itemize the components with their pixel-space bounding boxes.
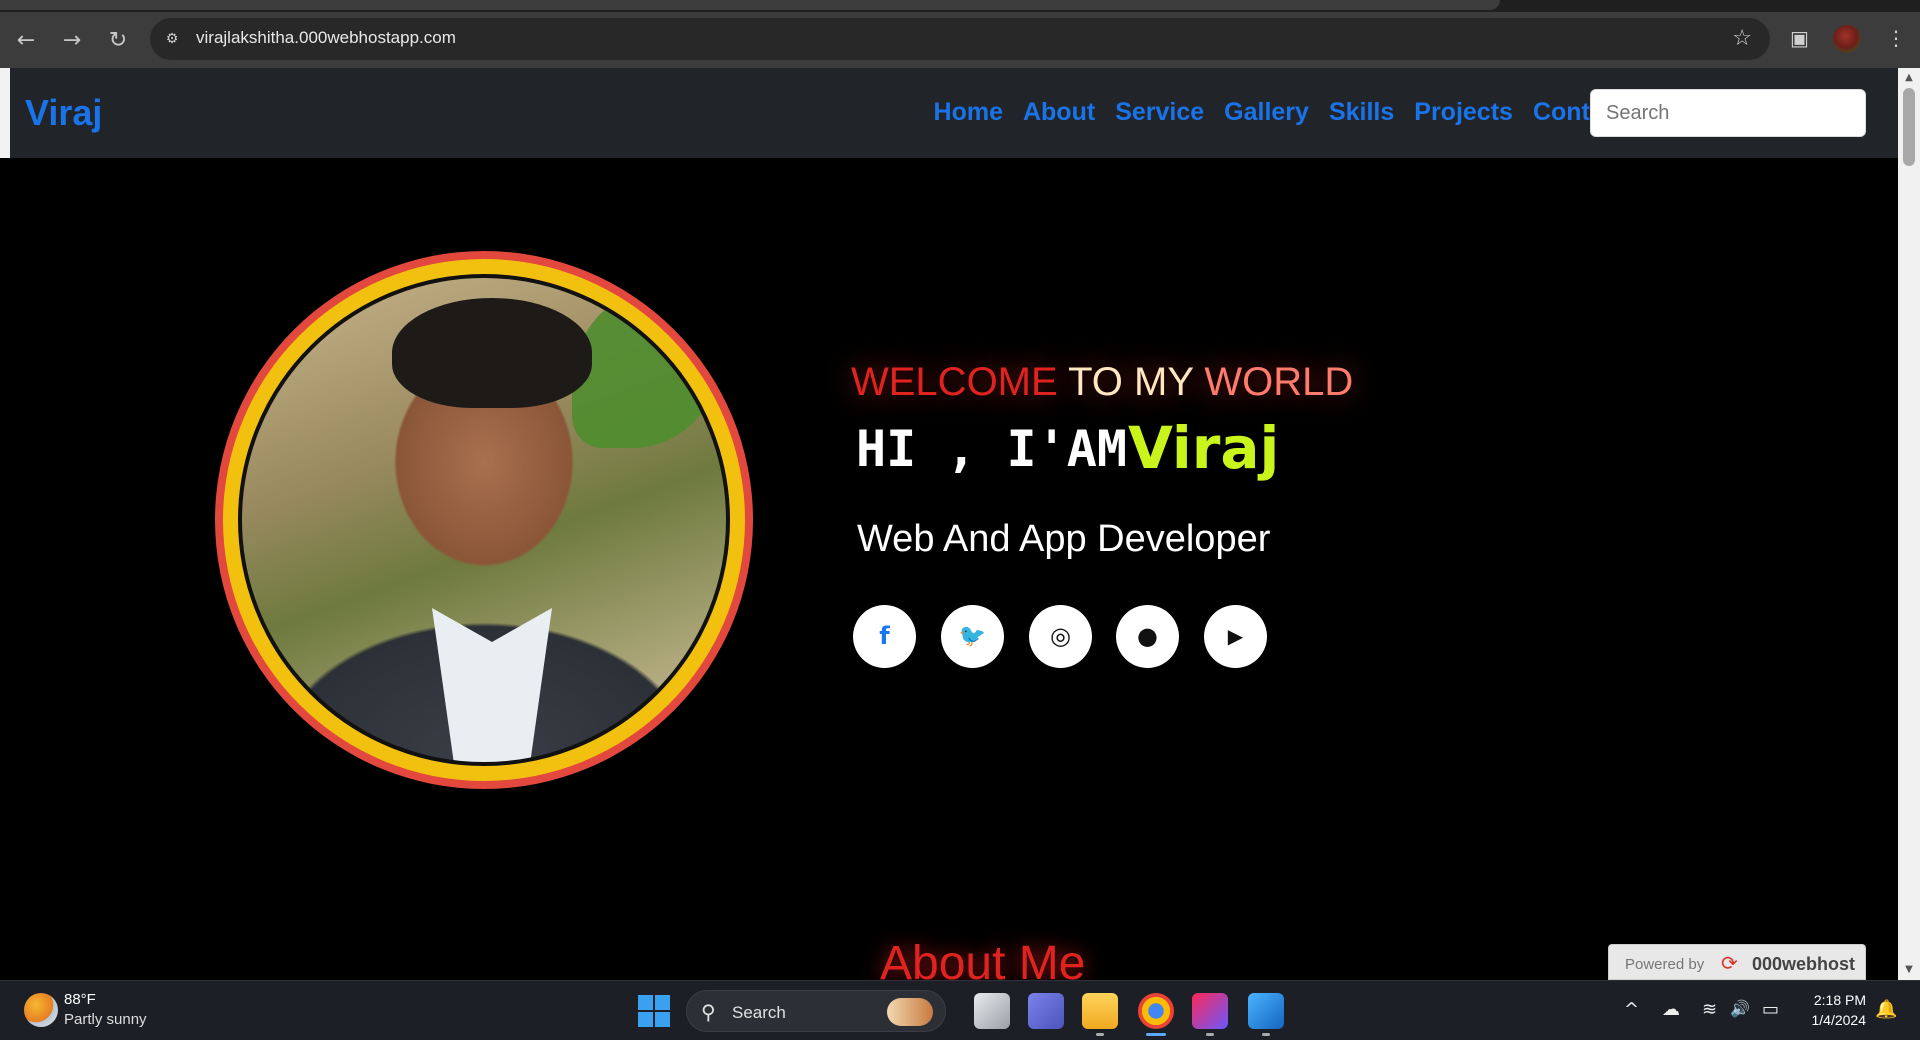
scroll-thumb[interactable] — [1903, 88, 1915, 166]
photos-icon[interactable] — [1248, 993, 1284, 1029]
bookmark-star-icon[interactable]: ☆ — [1732, 26, 1752, 51]
welcome-heading: WELCOME TO MY WORLD — [851, 360, 1353, 405]
taskbar-search[interactable]: ⚲ Search — [686, 990, 946, 1032]
forward-icon[interactable]: → — [56, 26, 88, 56]
page-scrollbar[interactable]: ▲ ▼ — [1898, 68, 1920, 980]
start-tile-3 — [638, 1012, 653, 1027]
nav-home[interactable]: Home — [934, 98, 1003, 127]
hero-role: Web And App Developer — [857, 518, 1271, 560]
profile-photo-inner-ring — [223, 259, 745, 781]
battery-icon[interactable]: ▭ — [1762, 999, 1779, 1020]
side-panel-icon[interactable]: ▣ — [1790, 26, 1809, 50]
about-section-title: About Me — [880, 937, 1086, 980]
greeting-text: HI , I'AM — [856, 420, 1127, 478]
taskbar-search-label: Search — [732, 1003, 786, 1022]
start-button-icon[interactable] — [638, 995, 670, 1027]
chrome-active-indicator — [1146, 1033, 1166, 1036]
powered-by-label: Powered by — [1625, 956, 1705, 973]
chrome-icon[interactable] — [1138, 993, 1174, 1029]
intellij-running-indicator — [1206, 1033, 1214, 1036]
welcome-word-1: WELCOME — [851, 360, 1058, 404]
welcome-word-2: TO MY — [1068, 360, 1194, 404]
profile-avatar[interactable] — [1833, 25, 1861, 53]
nav-service[interactable]: Service — [1115, 98, 1204, 127]
scroll-up-icon[interactable]: ▲ — [1898, 72, 1920, 86]
browser-toolbar: ← → ↻ ⚙ virajlakshitha.000webhostapp.com… — [0, 12, 1920, 68]
nav-links: Home About Service Gallery Skills Projec… — [934, 98, 1626, 127]
clock-time[interactable]: 2:18 PM — [1810, 992, 1866, 1008]
start-tile-2 — [655, 995, 670, 1010]
photo-hair — [392, 298, 592, 408]
notification-bell-icon[interactable]: 🔔 — [1875, 999, 1897, 1020]
teams-icon[interactable] — [1028, 993, 1064, 1029]
url-text[interactable]: virajlakshitha.000webhostapp.com — [196, 28, 456, 48]
weather-temperature[interactable]: 88°F — [64, 991, 96, 1008]
site-search-input[interactable] — [1591, 90, 1865, 136]
clock-date[interactable]: 1/4/2024 — [1798, 1012, 1867, 1028]
scroll-down-icon[interactable]: ▼ — [1898, 964, 1920, 978]
weather-icon[interactable] — [24, 993, 58, 1027]
photo-background-leaf — [572, 288, 722, 448]
photos-running-indicator — [1262, 1033, 1270, 1036]
github-icon[interactable]: ● — [1116, 605, 1179, 668]
volume-icon[interactable]: 🔊 — [1730, 999, 1750, 1018]
search-highlight-icon — [887, 998, 933, 1026]
site-search-box — [1590, 89, 1866, 137]
instagram-icon[interactable]: ◎ — [1029, 605, 1092, 668]
intellij-icon[interactable] — [1192, 993, 1228, 1029]
browser-tabstrip — [0, 0, 1920, 12]
site-brand[interactable]: Viraj — [25, 92, 102, 134]
page-edge — [0, 68, 10, 158]
youtube-icon[interactable]: ▶ — [1204, 605, 1267, 668]
hero-name: Viraj — [1128, 414, 1280, 482]
browser-menu-icon[interactable]: ⋮ — [1886, 26, 1906, 50]
webhost-brand: 000webhost — [1752, 954, 1856, 974]
photo-shirt — [432, 608, 552, 762]
powered-by-badge[interactable]: Powered by ⟳ 000webhost — [1608, 944, 1866, 980]
start-tile-1 — [638, 995, 653, 1010]
facebook-icon[interactable]: f — [853, 605, 916, 668]
file-explorer-icon[interactable] — [1082, 993, 1118, 1029]
start-tile-4 — [655, 1012, 670, 1027]
site-navbar: Viraj Home About Service Gallery Skills … — [10, 68, 1898, 158]
wifi-icon[interactable]: ≋ — [1702, 999, 1717, 1020]
welcome-word-3: WORLD — [1204, 360, 1354, 404]
nav-about[interactable]: About — [1023, 98, 1095, 127]
reload-icon[interactable]: ↻ — [102, 26, 134, 56]
nav-projects[interactable]: Projects — [1414, 98, 1513, 127]
task-view-icon[interactable] — [974, 993, 1010, 1029]
twitter-icon[interactable]: 🐦 — [941, 605, 1004, 668]
nav-gallery[interactable]: Gallery — [1224, 98, 1309, 127]
profile-photo-frame — [215, 251, 753, 789]
search-icon: ⚲ — [701, 1000, 716, 1024]
nav-skills[interactable]: Skills — [1329, 98, 1394, 127]
weather-description[interactable]: Partly sunny — [64, 1011, 147, 1028]
back-icon[interactable]: ← — [10, 26, 42, 56]
onedrive-icon[interactable]: ☁ — [1662, 999, 1680, 1020]
windows-taskbar: 88°F Partly sunny ⚲ Search ^ ☁ ≋ 🔊 ▭ 2:1… — [0, 980, 1920, 1040]
file-explorer-running-indicator — [1096, 1033, 1104, 1036]
page-viewport: Viraj Home About Service Gallery Skills … — [0, 68, 1920, 980]
address-bar[interactable]: ⚙ virajlakshitha.000webhostapp.com ☆ — [150, 18, 1770, 60]
webhost-logo-icon: ⟳ — [1721, 951, 1738, 975]
profile-photo — [238, 274, 730, 766]
site-info-icon[interactable]: ⚙ — [162, 29, 182, 49]
tray-overflow-chevron-icon[interactable]: ^ — [1624, 999, 1639, 1020]
tab-strip-bar — [0, 0, 1500, 10]
